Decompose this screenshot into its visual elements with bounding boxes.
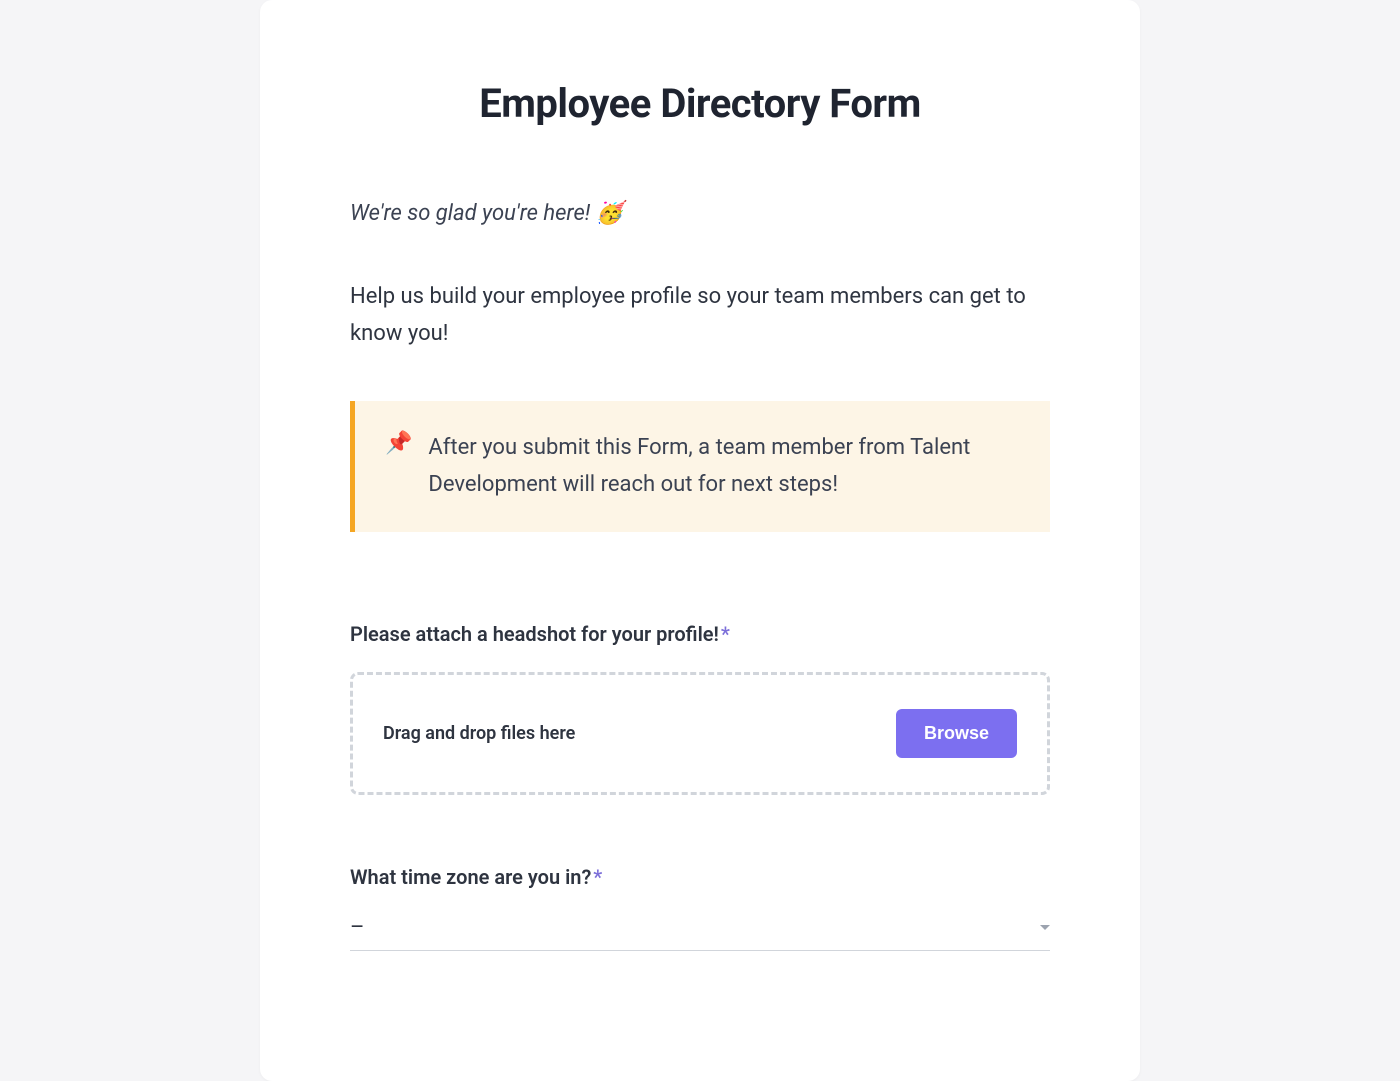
headshot-field-group: Please attach a headshot for your profil… bbox=[350, 622, 1050, 795]
browse-button[interactable]: Browse bbox=[896, 709, 1017, 758]
dropzone-hint-text: Drag and drop files here bbox=[383, 723, 575, 744]
intro-italic-text: We're so glad you're here! 🥳 bbox=[350, 197, 1050, 230]
form-title: Employee Directory Form bbox=[350, 80, 1050, 127]
chevron-down-icon bbox=[1040, 925, 1050, 930]
timezone-label-text: What time zone are you in? bbox=[350, 865, 591, 889]
pushpin-icon: 📌 bbox=[385, 429, 412, 460]
form-card: Employee Directory Form We're so glad yo… bbox=[260, 0, 1140, 1081]
intro-body-text: Help us build your employee profile so y… bbox=[350, 278, 1050, 353]
timezone-select[interactable]: – bbox=[350, 915, 1050, 951]
callout-text: After you submit this Form, a team membe… bbox=[428, 429, 1022, 504]
required-marker: * bbox=[721, 622, 730, 646]
headshot-label: Please attach a headshot for your profil… bbox=[350, 622, 1050, 646]
timezone-field-group: What time zone are you in?* – bbox=[350, 865, 1050, 951]
required-marker: * bbox=[593, 865, 602, 889]
callout-box: 📌 After you submit this Form, a team mem… bbox=[350, 401, 1050, 532]
timezone-label: What time zone are you in?* bbox=[350, 865, 1050, 889]
timezone-selected-value: – bbox=[350, 915, 364, 940]
headshot-label-text: Please attach a headshot for your profil… bbox=[350, 622, 719, 646]
file-dropzone[interactable]: Drag and drop files here Browse bbox=[350, 672, 1050, 795]
